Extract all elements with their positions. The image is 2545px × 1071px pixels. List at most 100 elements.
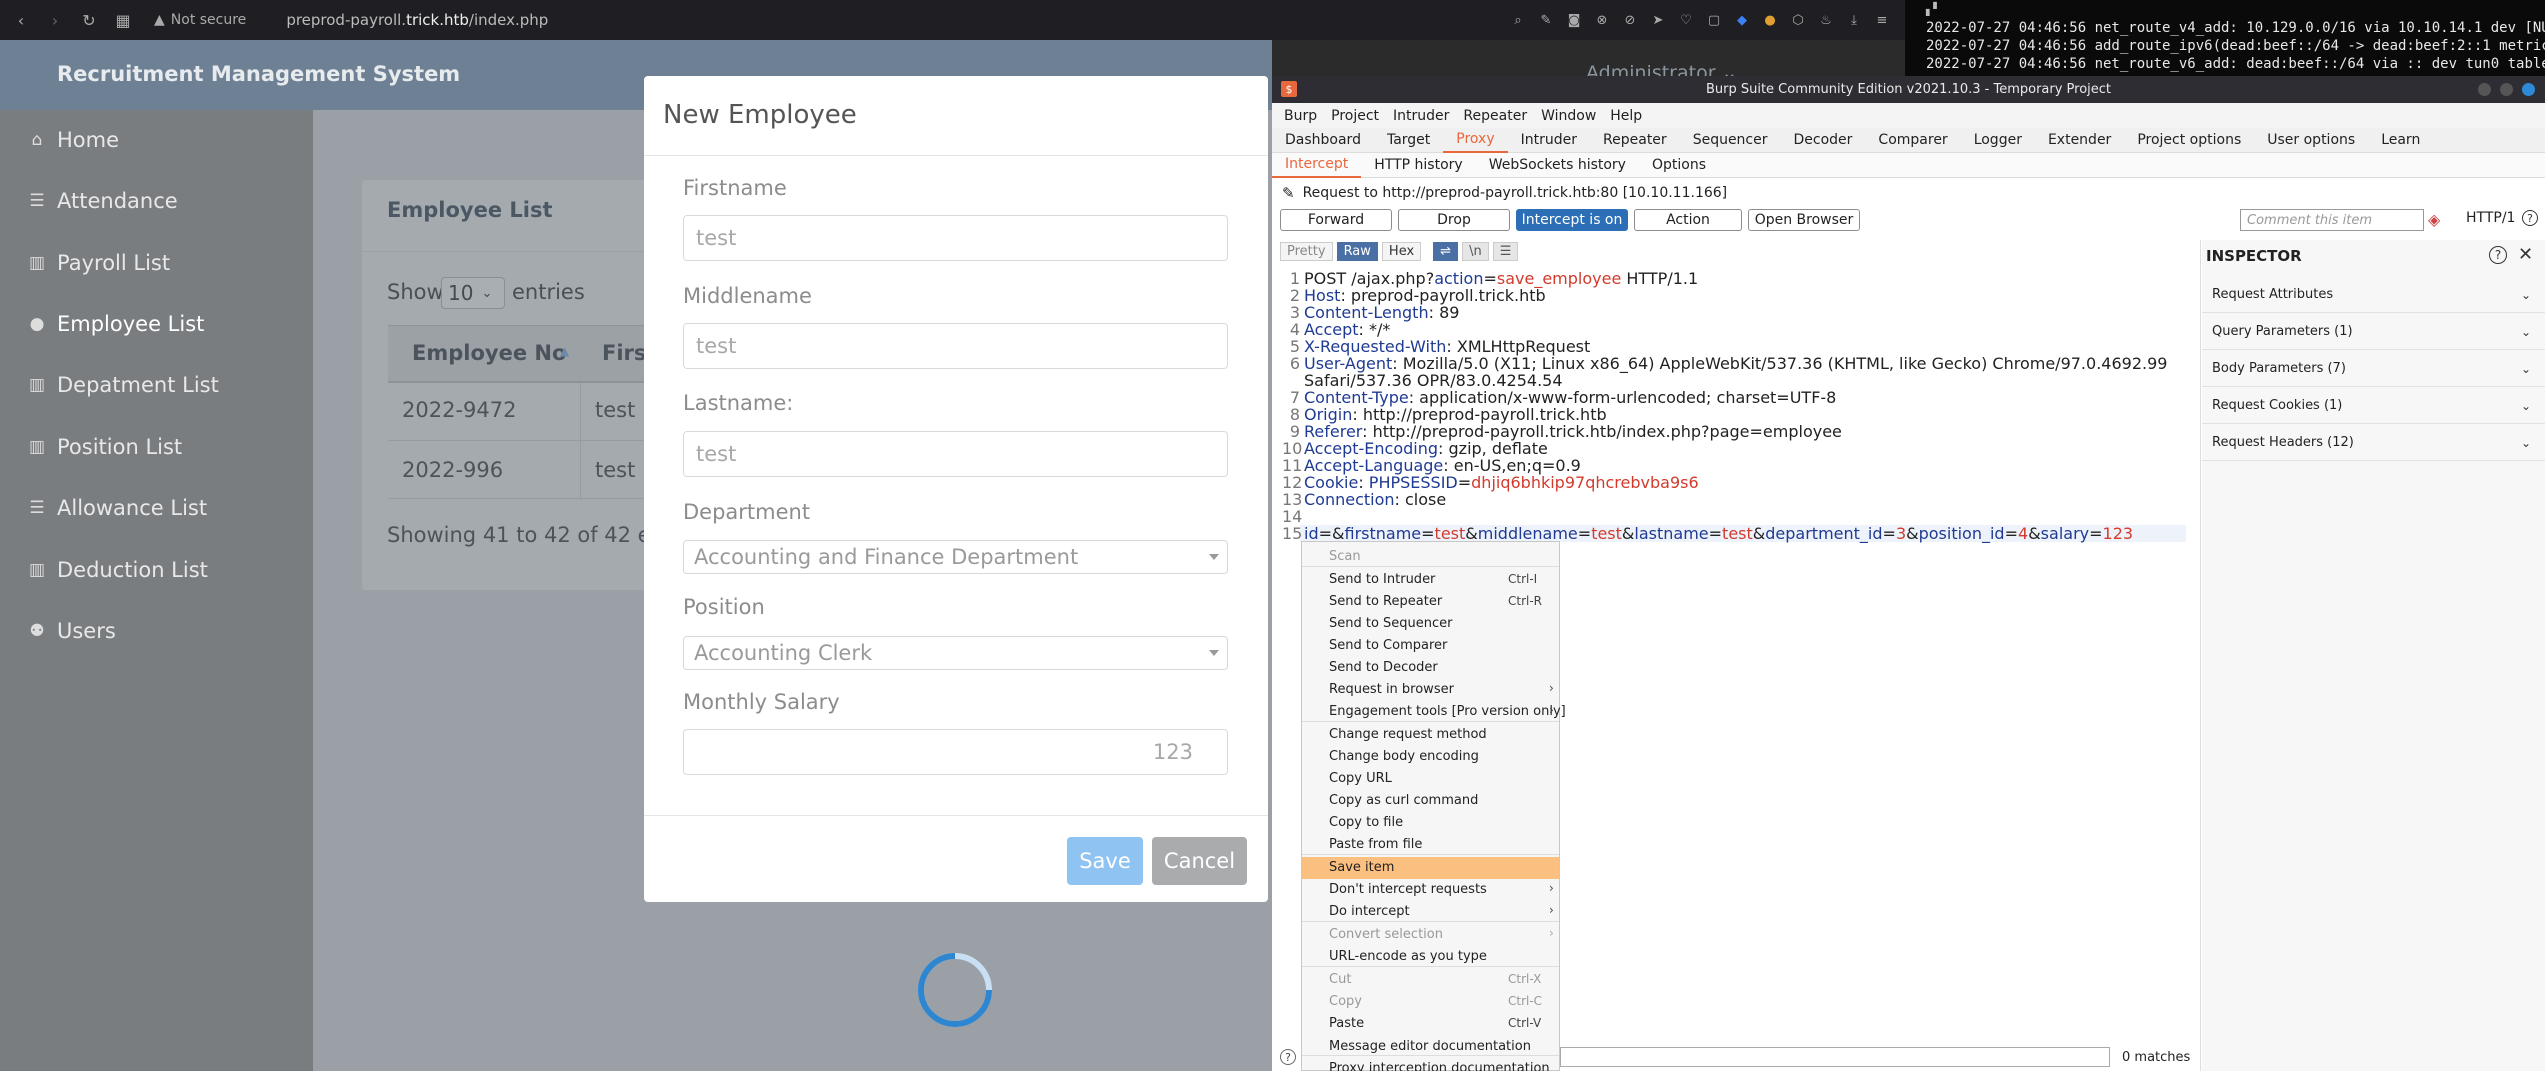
- lastname-input[interactable]: test: [683, 431, 1228, 477]
- tab-project-options[interactable]: Project options: [2124, 128, 2254, 153]
- context-menu-item[interactable]: Don't intercept requests: [1329, 879, 1487, 899]
- cancel-button[interactable]: Cancel: [1152, 837, 1247, 885]
- context-menu-item[interactable]: Copy URL: [1329, 768, 1392, 788]
- context-menu-item[interactable]: Send to Comparer: [1329, 635, 1447, 655]
- tab-websockets-history[interactable]: WebSockets history: [1476, 153, 1639, 178]
- context-menu-item[interactable]: Copy as curl command: [1329, 790, 1478, 810]
- context-menu-item[interactable]: Message editor documentation: [1329, 1036, 1531, 1056]
- tab-target[interactable]: Target: [1374, 128, 1443, 153]
- context-menu-item[interactable]: Change body encoding: [1329, 746, 1479, 766]
- box-icon[interactable]: ▢: [1705, 11, 1723, 29]
- search-icon[interactable]: ⌕: [1509, 11, 1527, 29]
- send-icon[interactable]: ➤: [1649, 11, 1667, 29]
- department-select[interactable]: Accounting and Finance Department: [683, 540, 1228, 574]
- sidebar-item-attendance[interactable]: ☰ Attendance: [27, 186, 177, 216]
- tab-intercept[interactable]: Intercept: [1272, 153, 1362, 178]
- back-icon[interactable]: ‹: [8, 7, 34, 33]
- save-button[interactable]: Save: [1067, 837, 1143, 885]
- inspector-request-cookies[interactable]: Request Cookies (1) ⌄: [2202, 387, 2545, 424]
- sidebar-item-employee-list[interactable]: ● Employee List: [27, 309, 205, 339]
- wrap-lines-icon[interactable]: ⇌: [1433, 242, 1459, 261]
- security-indicator[interactable]: ▲ Not secure: [154, 12, 246, 28]
- flame-icon[interactable]: ♨: [1817, 11, 1835, 29]
- context-menu-item[interactable]: Send to Intruder: [1329, 569, 1435, 589]
- menu-icon[interactable]: ≡: [1873, 11, 1891, 29]
- context-menu-item[interactable]: Copy to file: [1329, 812, 1403, 832]
- help-icon[interactable]: ?: [2522, 210, 2538, 226]
- context-menu-item[interactable]: Request in browser: [1329, 679, 1454, 699]
- context-menu-item[interactable]: Engagement tools [Pro version only]: [1329, 701, 1566, 721]
- context-menu-item[interactable]: Save item: [1329, 857, 1394, 877]
- newline-toggle-button[interactable]: \n: [1462, 242, 1489, 261]
- open-browser-button[interactable]: Open Browser: [1748, 209, 1860, 231]
- context-menu-item[interactable]: Proxy interception documentation: [1329, 1058, 1550, 1071]
- minimize-icon[interactable]: [2478, 83, 2491, 96]
- download-icon[interactable]: ⤓: [1845, 11, 1863, 29]
- sidebar-item-home[interactable]: ⌂ Home: [27, 125, 119, 155]
- tab-comparer[interactable]: Comparer: [1865, 128, 1960, 153]
- context-menu-item[interactable]: URL-encode as you type: [1329, 946, 1487, 966]
- highlight-color-icon[interactable]: ◈: [2428, 210, 2440, 229]
- entries-select[interactable]: 10 ⌄: [441, 277, 505, 309]
- context-menu-item[interactable]: Send to Sequencer: [1329, 613, 1453, 633]
- shield-icon[interactable]: ⊗: [1593, 11, 1611, 29]
- position-select[interactable]: Accounting Clerk: [683, 636, 1228, 670]
- sidebar-item-position-list[interactable]: ▥ Position List: [27, 432, 182, 462]
- address-bar[interactable]: preprod-payroll.trick.htb/index.php: [286, 11, 548, 29]
- inspector-body-parameters[interactable]: Body Parameters (7) ⌄: [2202, 350, 2545, 387]
- context-menu-item[interactable]: Send to Decoder: [1329, 657, 1438, 677]
- forward-button[interactable]: Forward: [1280, 209, 1392, 231]
- tab-proxy[interactable]: Proxy: [1443, 128, 1508, 153]
- inspector-query-parameters[interactable]: Query Parameters (1) ⌄: [2202, 313, 2545, 350]
- view-pretty-button[interactable]: Pretty: [1280, 242, 1333, 261]
- context-menu-item[interactable]: Send to Repeater: [1329, 591, 1442, 611]
- sidebar-item-department-list[interactable]: ▥ Depatment List: [27, 370, 219, 400]
- inspector-help-icon[interactable]: ?: [2489, 246, 2507, 264]
- tab-options[interactable]: Options: [1639, 153, 1719, 178]
- menu-intruder[interactable]: Intruder: [1393, 108, 1449, 124]
- context-menu-item[interactable]: Do intercept: [1329, 901, 1410, 921]
- reload-icon[interactable]: ↻: [76, 7, 102, 33]
- close-icon[interactable]: [2522, 83, 2535, 96]
- tab-decoder[interactable]: Decoder: [1781, 128, 1866, 153]
- pane-splitter[interactable]: [2200, 240, 2201, 1071]
- pencil-icon[interactable]: ✎: [1282, 184, 1295, 202]
- tab-sequencer[interactable]: Sequencer: [1680, 128, 1781, 153]
- maximize-icon[interactable]: [2500, 83, 2513, 96]
- http-version-label[interactable]: HTTP/1: [2466, 210, 2515, 226]
- tab-http-history[interactable]: HTTP history: [1361, 153, 1475, 178]
- intercept-toggle-button[interactable]: Intercept is on: [1516, 209, 1628, 231]
- menu-burp[interactable]: Burp: [1284, 108, 1317, 124]
- edit-icon[interactable]: ✎: [1537, 11, 1555, 29]
- inspector-request-attributes[interactable]: Request Attributes ⌄: [2202, 276, 2545, 313]
- sidebar-item-payroll-list[interactable]: ▥ Payroll List: [27, 248, 170, 278]
- forward-icon[interactable]: ›: [42, 7, 68, 33]
- menu-project[interactable]: Project: [1331, 108, 1379, 124]
- tab-repeater[interactable]: Repeater: [1590, 128, 1680, 153]
- view-raw-button[interactable]: Raw: [1336, 242, 1378, 261]
- context-menu-item[interactable]: Paste: [1329, 1013, 1364, 1033]
- salary-input[interactable]: 123: [683, 729, 1228, 775]
- editor-help-icon[interactable]: ?: [1280, 1049, 1296, 1065]
- action-button[interactable]: Action: [1634, 209, 1742, 231]
- context-menu-item[interactable]: Paste from file: [1329, 834, 1422, 854]
- inspector-request-headers[interactable]: Request Headers (12) ⌄: [2202, 424, 2545, 461]
- context-menu-item[interactable]: Change request method: [1329, 724, 1487, 744]
- menu-help[interactable]: Help: [1610, 108, 1642, 124]
- tab-user-options[interactable]: User options: [2254, 128, 2368, 153]
- tab-learn[interactable]: Learn: [2368, 128, 2433, 153]
- tab-intruder[interactable]: Intruder: [1508, 128, 1590, 153]
- block-icon[interactable]: ⊘: [1621, 11, 1639, 29]
- cube-icon[interactable]: ⬡: [1789, 11, 1807, 29]
- sidebar-item-users[interactable]: ⚉ Users: [27, 616, 115, 646]
- options-menu-icon[interactable]: ☰: [1492, 242, 1519, 261]
- cookie-icon[interactable]: ●: [1761, 11, 1779, 29]
- camera-icon[interactable]: ◙: [1565, 11, 1583, 29]
- comment-input[interactable]: Comment this item: [2240, 209, 2424, 231]
- firstname-input[interactable]: test: [683, 215, 1228, 261]
- heart-icon[interactable]: ♡: [1677, 11, 1695, 29]
- editor-search-input[interactable]: [1560, 1047, 2110, 1067]
- tab-extender[interactable]: Extender: [2035, 128, 2124, 153]
- tabs-grid-icon[interactable]: ▦: [110, 7, 136, 33]
- view-hex-button[interactable]: Hex: [1381, 242, 1422, 261]
